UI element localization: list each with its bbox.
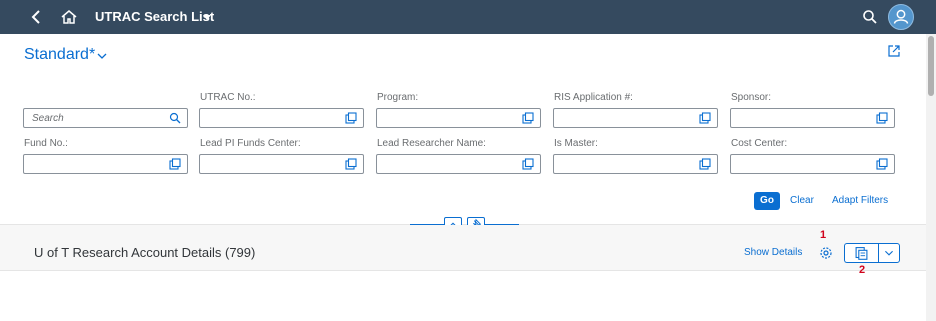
callout-2: 2 [859,264,866,276]
sponsor-label: Sponsor: [731,92,772,103]
callout-1: 1 [820,229,827,241]
value-help-icon[interactable] [876,158,888,170]
app-title[interactable]: UTRAC Search List [95,9,214,24]
is-master-input[interactable] [553,154,718,174]
user-avatar[interactable] [888,4,914,30]
lead-researcher-name-label: Lead Researcher Name: [377,138,486,149]
value-help-icon[interactable] [699,158,711,170]
title-dropdown-icon[interactable] [202,10,212,24]
ris-application-input[interactable] [553,108,718,128]
adapt-filters-button[interactable]: Adapt Filters [832,195,888,206]
is-master-label: Is Master: [554,138,598,149]
search-icon[interactable] [169,112,181,124]
value-help-icon[interactable] [169,158,181,170]
value-help-icon[interactable] [522,158,534,170]
lead-pi-funds-center-label: Lead PI Funds Center: [200,138,301,149]
program-label: Program: [377,92,419,103]
value-help-icon[interactable] [876,112,888,124]
go-button[interactable]: Go [754,192,780,210]
lead-researcher-name-input[interactable] [376,154,541,174]
export-button[interactable] [844,243,878,263]
home-icon[interactable] [60,8,78,26]
cost-center-label: Cost Center: [731,138,788,149]
gear-icon[interactable] [819,246,833,260]
value-help-icon[interactable] [699,112,711,124]
shell-bar: UTRAC Search List [0,0,936,34]
sponsor-input[interactable] [730,108,895,128]
variant-title[interactable]: Standard* [24,46,95,64]
lead-pi-funds-center-input[interactable] [199,154,364,174]
clear-button[interactable]: Clear [790,195,814,206]
utrac-no-label: UTRAC No.: [200,92,256,103]
search-placeholder: Search [32,113,64,124]
ris-application-label: RIS Application #: [554,92,633,103]
value-help-icon[interactable] [522,112,534,124]
search-icon[interactable] [862,9,878,25]
value-help-icon[interactable] [345,112,357,124]
cost-center-input[interactable] [730,154,895,174]
back-icon[interactable] [28,8,46,26]
program-input[interactable] [376,108,541,128]
value-help-icon[interactable] [345,158,357,170]
utrac-no-input[interactable] [199,108,364,128]
scrollbar-thumb[interactable] [928,36,934,96]
export-dropdown-button[interactable] [878,243,900,263]
show-details-button[interactable]: Show Details [744,247,802,258]
filter-header [0,34,926,224]
table-title: U of T Research Account Details (799) [34,245,256,260]
fund-no-label: Fund No.: [24,138,68,149]
share-icon[interactable] [887,44,901,58]
chevron-down-icon[interactable] [96,50,108,62]
search-input[interactable]: Search [23,108,188,128]
fund-no-input[interactable] [23,154,188,174]
